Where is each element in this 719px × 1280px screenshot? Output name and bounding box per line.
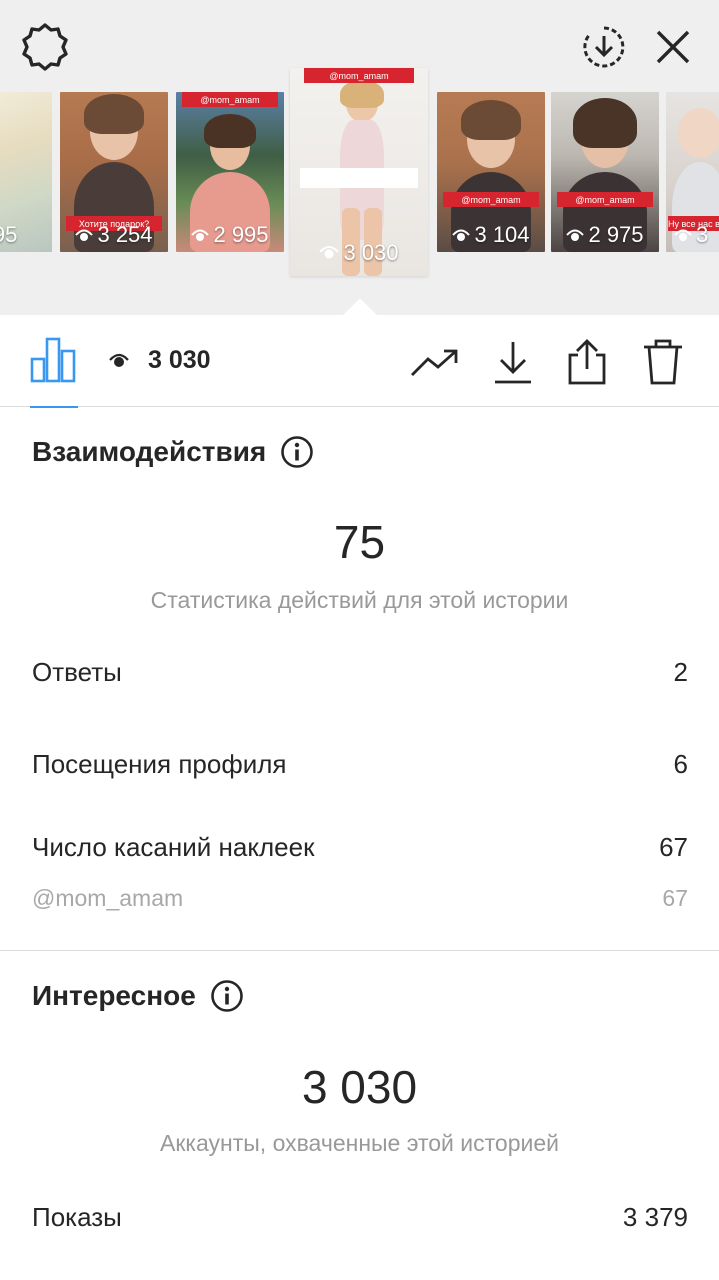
stat-value: 2 [673, 657, 688, 687]
eye-icon [75, 229, 94, 241]
stat-row-impressions: Показы 3 379 [32, 1202, 688, 1233]
eye-icon [674, 229, 692, 241]
story-sticker: @mom_amam [182, 92, 278, 107]
interactions-caption: Статистика действий для этой истории [150, 587, 569, 613]
interactions-header: Взаимодействия [32, 435, 314, 469]
story-thumbnail[interactable]: @mom_amam 3 104 [437, 92, 545, 252]
story-view-count: 2 975 [551, 222, 659, 248]
stat-subrow-mention: @mom_amam 67 [32, 885, 688, 912]
stat-value: 3 379 [622, 1202, 688, 1232]
story-view-count: 3 254 [60, 222, 168, 248]
share-icon [568, 339, 606, 385]
insights-panel: 3 030 Взаимодействия 75 Статистика дейст… [0, 315, 719, 1280]
story-toolbar: 3 030 [0, 315, 719, 408]
stat-row-profile-visits: Посещения профиля 6 [32, 749, 688, 780]
section-title: Взаимодействия [32, 436, 267, 467]
story-sticker: @mom_amam [557, 192, 653, 207]
eye-icon [191, 229, 210, 241]
views-summary[interactable]: 3 030 [108, 343, 211, 377]
info-icon [281, 436, 314, 468]
gear-icon [22, 23, 68, 71]
insights-tab[interactable] [30, 337, 78, 408]
story-sticker: @mom_amam [443, 192, 539, 207]
story-thumbnail[interactable]: @mom_amam 2 975 [551, 92, 659, 252]
story-thumbnail[interactable]: Ну все нас вы 3 [666, 92, 719, 252]
story-sticker: @mom_amam [304, 68, 414, 83]
stat-label: Ответы [32, 657, 122, 687]
section-divider [0, 950, 719, 951]
download-icon [495, 342, 531, 384]
close-icon [656, 30, 690, 64]
eye-icon [566, 229, 585, 241]
stat-label: Посещения профиля [32, 749, 287, 779]
stat-value: 67 [659, 832, 688, 862]
info-icon [210, 980, 243, 1012]
settings-button[interactable] [18, 22, 72, 72]
selected-story-pointer [340, 296, 380, 316]
story-view-count: 2 995 [176, 222, 284, 248]
story-thumbnail[interactable]: Хотите подарок? 3 254 [60, 92, 168, 252]
story-thumbnail-selected[interactable]: @mom_amam 3 030 [290, 68, 428, 276]
info-button[interactable] [280, 435, 314, 469]
story-view-count: 3 104 [437, 222, 545, 248]
active-tab-indicator [30, 406, 78, 408]
save-story-button[interactable] [578, 22, 630, 72]
bar-chart-icon [30, 337, 76, 383]
download-button[interactable] [488, 337, 538, 387]
stat-row-sticker-taps: Число касаний наклеек 67 [32, 832, 688, 863]
share-button[interactable] [562, 337, 612, 387]
discovery-header: Интересное [32, 979, 244, 1013]
stat-value: 6 [673, 749, 688, 779]
interactions-total: 75 [333, 516, 386, 568]
close-button[interactable] [648, 22, 698, 72]
stat-label: Показы [32, 1202, 122, 1232]
story-view-count: 3 030 [290, 240, 428, 266]
reach-caption: Аккаунты, охваченные этой историей [160, 1130, 559, 1156]
story-thumbnail[interactable]: @mom_amam 2 995 [176, 92, 284, 252]
download-circle-icon [583, 26, 625, 68]
delete-button[interactable] [638, 337, 688, 387]
story-view-count: 3 [666, 222, 719, 248]
trend-up-icon [411, 349, 458, 376]
reach-total: 3 030 [301, 1061, 418, 1113]
story-carousel-area: 295 Хотите подарок? 3 254 @mom_amam 2 99… [0, 0, 719, 315]
story-white-bar [300, 168, 418, 188]
stat-label: Число касаний наклеек [32, 832, 315, 862]
trash-icon [644, 339, 682, 385]
stat-label: @mom_amam [32, 885, 184, 911]
eye-icon [109, 353, 129, 367]
stat-value: 67 [662, 885, 688, 911]
eye-icon [319, 246, 340, 259]
story-thumbnails: 295 Хотите подарок? 3 254 @mom_amam 2 99… [0, 68, 719, 280]
views-total: 3 030 [148, 345, 211, 374]
eye-icon [452, 229, 471, 241]
promote-button[interactable] [410, 337, 460, 387]
stat-row-replies: Ответы 2 [32, 657, 688, 688]
story-thumbnail[interactable]: 295 [0, 92, 52, 252]
info-button[interactable] [210, 979, 244, 1013]
story-view-count: 295 [0, 222, 18, 247]
section-title: Интересное [32, 980, 196, 1011]
